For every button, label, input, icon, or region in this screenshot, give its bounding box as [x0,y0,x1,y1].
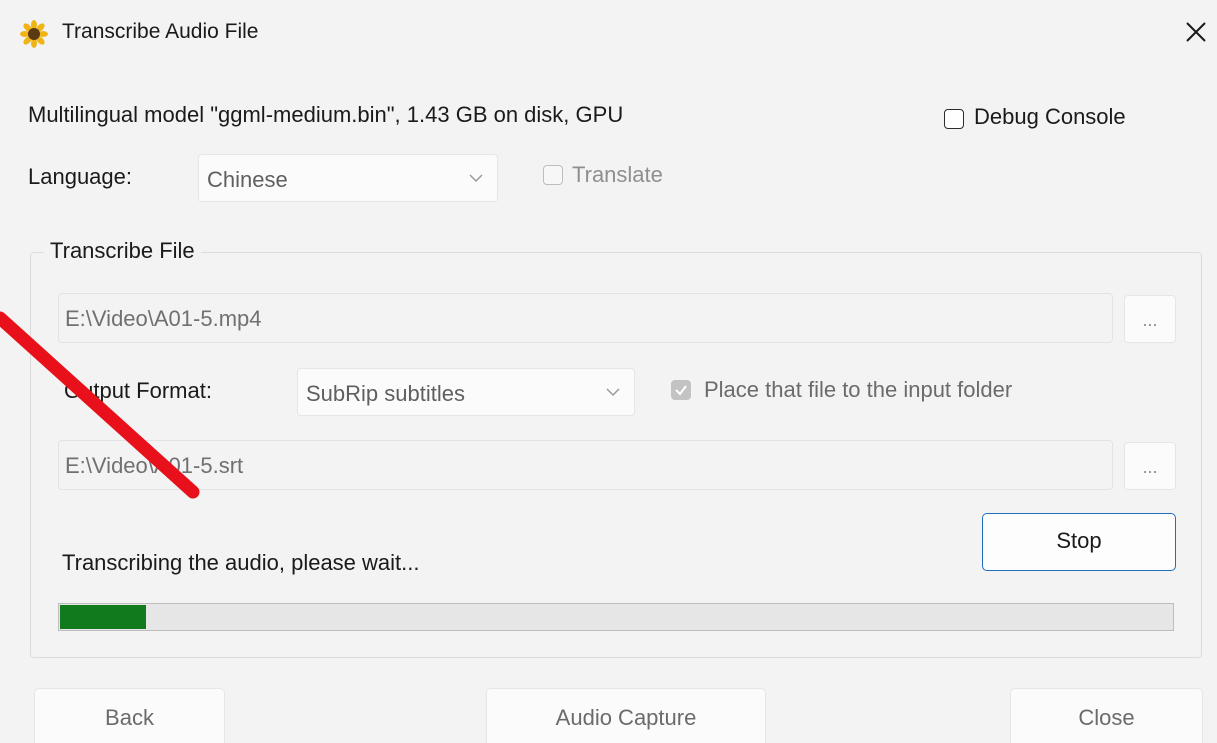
output-format-selected-value: SubRip subtitles [306,381,465,406]
chevron-down-icon [606,388,620,397]
place-in-input-folder-label[interactable]: Place that file to the input folder [704,377,1012,403]
debug-console-label[interactable]: Debug Console [974,104,1126,130]
translate-checkbox[interactable] [543,165,563,185]
place-in-input-folder-checkbox[interactable] [671,380,691,400]
debug-console-checkbox[interactable] [944,109,964,129]
output-file-path-field[interactable]: E:\Video\A01-5.srt [58,440,1113,490]
output-format-select[interactable]: SubRip subtitles [297,368,635,416]
window-title: Transcribe Audio File [62,20,259,43]
language-selected-value: Chinese [207,167,288,192]
transcribe-file-group-title: Transcribe File [44,238,201,264]
language-label: Language: [28,164,132,189]
output-format-label: Output Format: [64,378,212,403]
language-select[interactable]: Chinese [198,154,498,202]
back-button[interactable]: Back [34,688,225,743]
stop-button[interactable]: Stop [982,513,1176,571]
sunflower-icon [20,20,48,48]
audio-capture-button[interactable]: Audio Capture [486,688,766,743]
close-button[interactable]: Close [1010,688,1203,743]
input-file-path-field[interactable]: E:\Video\A01-5.mp4 [58,293,1113,343]
input-browse-button[interactable]: ... [1124,295,1176,343]
transcribe-dialog: Transcribe Audio File Multilingual model… [0,0,1217,743]
translate-label[interactable]: Translate [572,162,663,188]
progress-bar-fill [60,605,146,629]
progress-bar [58,603,1174,631]
output-browse-button[interactable]: ... [1124,442,1176,490]
chevron-down-icon [469,174,483,183]
model-description: Multilingual model "ggml-medium.bin", 1.… [28,102,624,127]
checkmark-icon [675,385,687,396]
close-icon[interactable] [1178,14,1214,50]
title-bar: Transcribe Audio File [0,0,1217,64]
status-text: Transcribing the audio, please wait... [62,550,420,575]
